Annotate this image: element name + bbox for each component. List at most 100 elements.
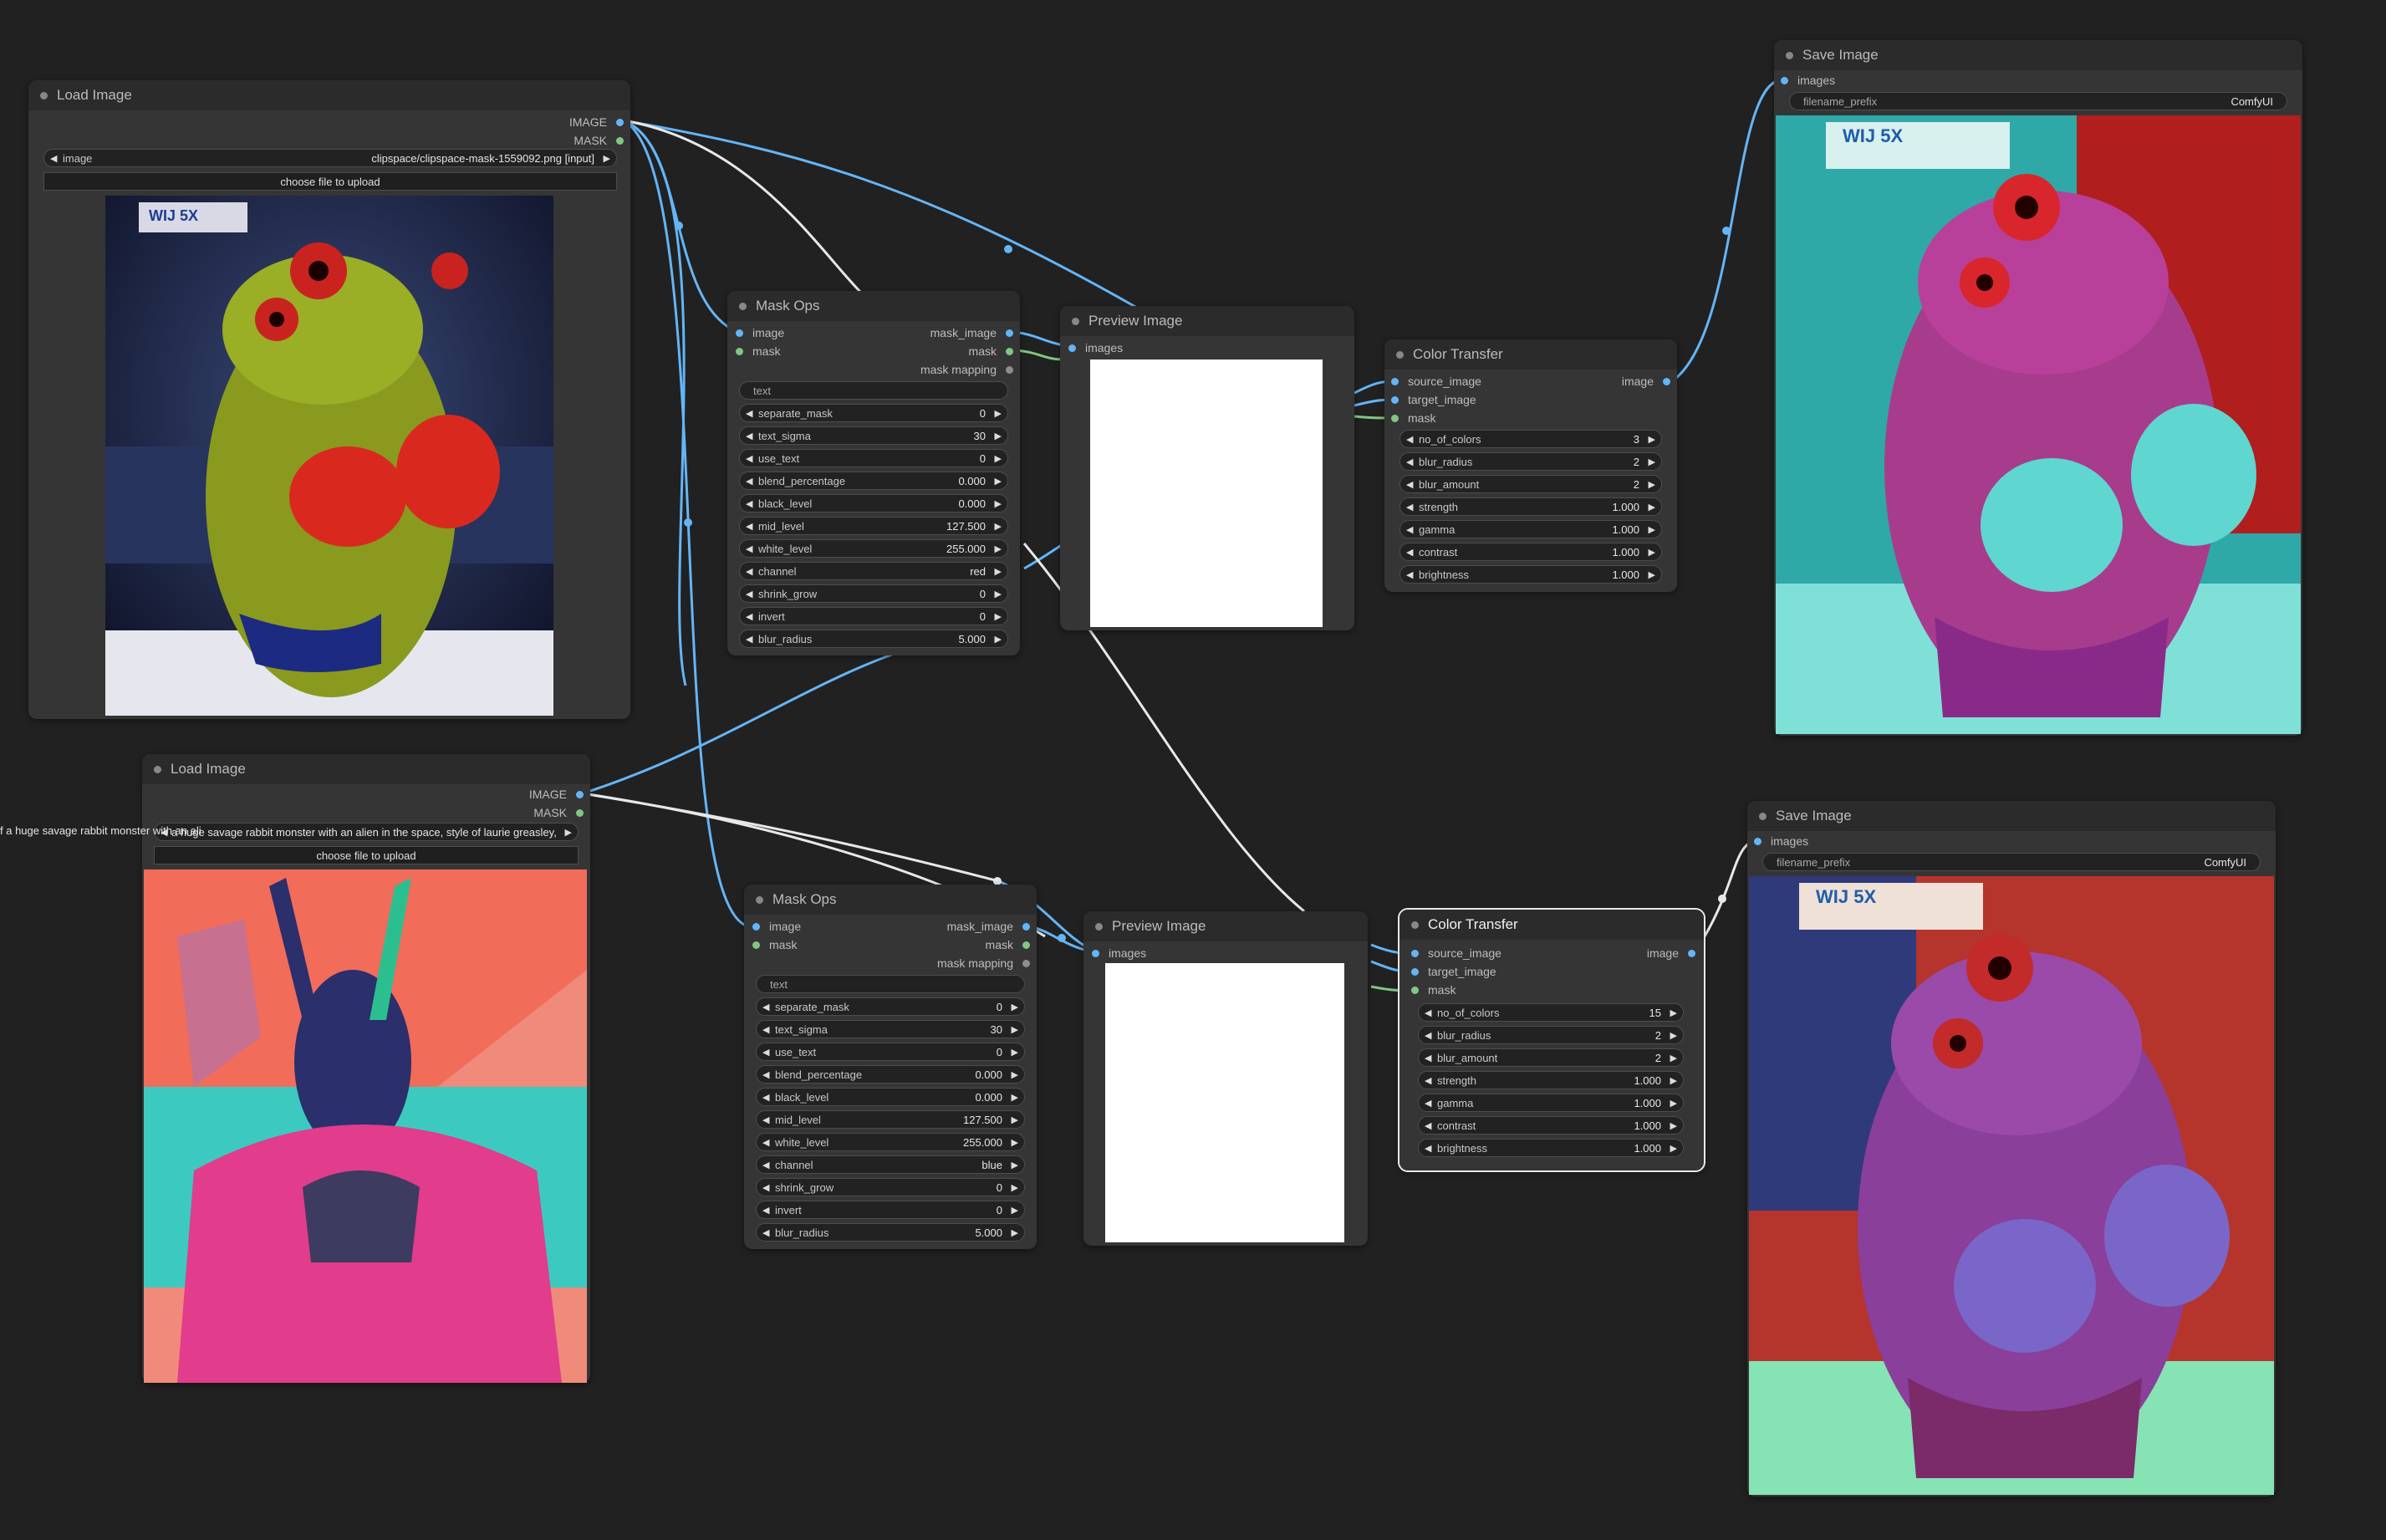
param-text-sigma[interactable]: ◀ text_sigma 30 ▶: [756, 1020, 1025, 1038]
node-title[interactable]: Save Image: [1774, 40, 2302, 70]
param-gamma[interactable]: ◀ gamma 1.000 ▶: [1399, 520, 1662, 538]
decrement-icon[interactable]: ◀: [746, 472, 752, 491]
output-image[interactable]: IMAGE: [529, 786, 584, 803]
collapse-dot-icon[interactable]: [1411, 921, 1419, 929]
output-mask-mapping[interactable]: mask mapping: [937, 955, 1030, 971]
increment-icon[interactable]: ▶: [1670, 1094, 1677, 1113]
decrement-icon[interactable]: ◀: [746, 450, 752, 468]
param-no-of-colors[interactable]: ◀ no_of_colors 15 ▶: [1418, 1003, 1684, 1022]
output-mask[interactable]: MASK: [533, 804, 584, 821]
collapse-dot-icon[interactable]: [1759, 813, 1767, 820]
increment-icon[interactable]: ▶: [1670, 1027, 1677, 1045]
collapse-dot-icon[interactable]: [1396, 351, 1404, 359]
decrement-icon[interactable]: ◀: [762, 1201, 769, 1220]
increment-icon[interactable]: ▶: [1012, 1179, 1018, 1197]
decrement-icon[interactable]: ◀: [1425, 1027, 1431, 1045]
input-source-image[interactable]: source_image: [1411, 945, 1501, 961]
color-transfer-node-2[interactable]: Color Transfer source_image target_image…: [1398, 908, 1705, 1172]
input-pin[interactable]: [1391, 396, 1399, 404]
param-channel[interactable]: ◀ channel red ▶: [739, 562, 1008, 580]
decrement-icon[interactable]: ◀: [746, 608, 752, 626]
collapse-dot-icon[interactable]: [154, 766, 161, 773]
increment-icon[interactable]: ▶: [1649, 566, 1655, 584]
increment-icon[interactable]: ▶: [1649, 476, 1655, 494]
output-pin[interactable]: [1006, 329, 1013, 337]
increment-icon[interactable]: ▶: [1012, 1043, 1018, 1062]
decrement-icon[interactable]: ◀: [762, 1043, 769, 1062]
param-strength[interactable]: ◀ strength 1.000 ▶: [1399, 497, 1662, 516]
param-use-text[interactable]: ◀ use_text 0 ▶: [756, 1043, 1025, 1061]
decrement-icon[interactable]: ◀: [1406, 476, 1413, 494]
input-mask[interactable]: mask: [736, 343, 780, 360]
decrement-icon[interactable]: ◀: [746, 630, 752, 649]
increment-icon[interactable]: ▶: [1012, 1134, 1018, 1152]
input-pin[interactable]: [752, 923, 760, 931]
increment-icon[interactable]: ▶: [995, 405, 1002, 423]
increment-icon[interactable]: ▶: [1012, 998, 1018, 1017]
output-image[interactable]: IMAGE: [569, 114, 624, 130]
load-image-node-2[interactable]: Load Image IMAGE MASK ◀ ▶ a huge savage …: [142, 754, 590, 1383]
param-blur-radius[interactable]: ◀ blur_radius 2 ▶: [1399, 452, 1662, 471]
increment-icon[interactable]: ▶: [995, 563, 1002, 581]
decrement-icon[interactable]: ◀: [762, 998, 769, 1017]
image-combo[interactable]: ◀ image clipspace/clipspace-mask-1559092…: [43, 149, 617, 167]
node-title[interactable]: Preview Image: [1083, 911, 1368, 941]
increment-icon[interactable]: ▶: [995, 472, 1002, 491]
arrow-right-icon[interactable]: ▶: [604, 150, 610, 168]
increment-icon[interactable]: ▶: [1012, 1021, 1018, 1039]
param-invert[interactable]: ◀ invert 0 ▶: [756, 1201, 1025, 1219]
decrement-icon[interactable]: ◀: [762, 1066, 769, 1084]
param-shrink-grow[interactable]: ◀ shrink_grow 0 ▶: [739, 584, 1008, 603]
input-source-image[interactable]: source_image: [1391, 373, 1481, 390]
load-image-node-1[interactable]: Load Image IMAGE MASK ◀ image clipspace/…: [28, 80, 630, 719]
increment-icon[interactable]: ▶: [1012, 1089, 1018, 1107]
output-mask[interactable]: mask: [969, 343, 1013, 360]
increment-icon[interactable]: ▶: [1649, 521, 1655, 539]
node-title[interactable]: Load Image: [142, 754, 590, 784]
node-title[interactable]: Preview Image: [1060, 306, 1354, 336]
collapse-dot-icon[interactable]: [739, 303, 747, 310]
increment-icon[interactable]: ▶: [1670, 1049, 1677, 1068]
increment-icon[interactable]: ▶: [995, 608, 1002, 626]
input-images[interactable]: images: [1092, 945, 1146, 961]
decrement-icon[interactable]: ◀: [1425, 1117, 1431, 1135]
input-image[interactable]: image: [752, 918, 801, 935]
increment-icon[interactable]: ▶: [1012, 1111, 1018, 1130]
decrement-icon[interactable]: ◀: [1425, 1140, 1431, 1158]
decrement-icon[interactable]: ◀: [1425, 1049, 1431, 1068]
increment-icon[interactable]: ▶: [1649, 498, 1655, 517]
output-mask[interactable]: MASK: [574, 132, 624, 149]
preview-image-node-2[interactable]: Preview Image images: [1083, 911, 1368, 1246]
node-title[interactable]: Mask Ops: [727, 291, 1020, 321]
node-title[interactable]: Load Image: [28, 80, 630, 110]
save-image-node-2[interactable]: Save Image images filename_prefix ComfyU…: [1747, 801, 2276, 1497]
increment-icon[interactable]: ▶: [995, 427, 1002, 446]
param-blur-amount[interactable]: ◀ blur_amount 2 ▶: [1418, 1048, 1684, 1067]
increment-icon[interactable]: ▶: [1670, 1004, 1677, 1022]
input-target-image[interactable]: target_image: [1411, 963, 1496, 980]
decrement-icon[interactable]: ◀: [746, 427, 752, 446]
param-separate-mask[interactable]: ◀ separate_mask 0 ▶: [739, 404, 1008, 422]
param-channel[interactable]: ◀ channel blue ▶: [756, 1155, 1025, 1174]
increment-icon[interactable]: ▶: [995, 495, 1002, 513]
input-images[interactable]: images: [1068, 339, 1123, 356]
input-pin[interactable]: [736, 348, 743, 355]
decrement-icon[interactable]: ◀: [1406, 431, 1413, 449]
upload-button[interactable]: choose file to upload: [154, 846, 579, 864]
input-pin[interactable]: [1391, 378, 1399, 385]
output-pin[interactable]: [1006, 366, 1013, 374]
decrement-icon[interactable]: ◀: [762, 1224, 769, 1242]
input-pin[interactable]: [1391, 415, 1399, 422]
increment-icon[interactable]: ▶: [1670, 1140, 1677, 1158]
increment-icon[interactable]: ▶: [1670, 1072, 1677, 1090]
param-black-level[interactable]: ◀ black_level 0.000 ▶: [756, 1088, 1025, 1106]
preview-image-node-1[interactable]: Preview Image images: [1060, 306, 1354, 630]
input-pin[interactable]: [1411, 987, 1419, 994]
decrement-icon[interactable]: ◀: [746, 495, 752, 513]
node-title[interactable]: Save Image: [1747, 801, 2276, 831]
param-blur-radius[interactable]: ◀ blur_radius 5.000 ▶: [756, 1223, 1025, 1242]
decrement-icon[interactable]: ◀: [1406, 521, 1413, 539]
param-no-of-colors[interactable]: ◀ no_of_colors 3 ▶: [1399, 430, 1662, 448]
arrow-left-icon[interactable]: ◀: [50, 150, 57, 168]
decrement-icon[interactable]: ◀: [762, 1111, 769, 1130]
